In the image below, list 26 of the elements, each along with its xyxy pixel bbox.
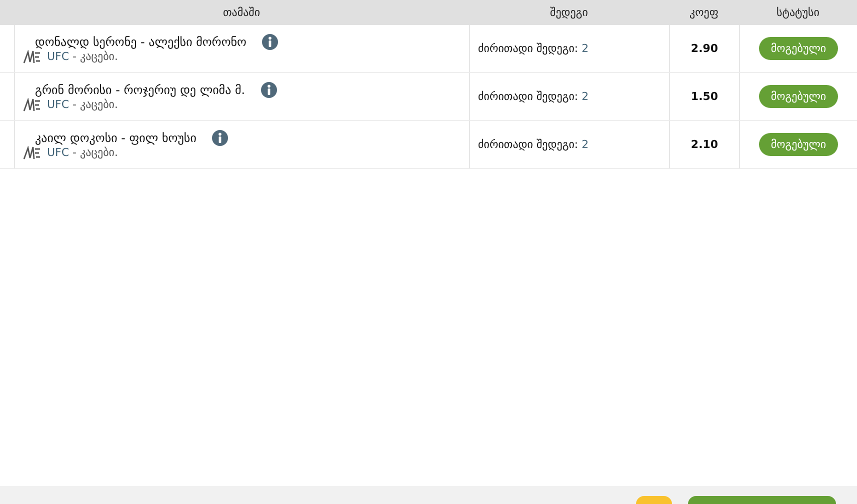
column-header: თამაში xyxy=(14,0,469,25)
info-icon[interactable] xyxy=(262,34,278,50)
odds-value: 1.50 xyxy=(690,90,718,103)
column-header: სტატუსი xyxy=(739,0,857,25)
odds-value: 2.90 xyxy=(690,42,718,55)
match-title: გრინ მორისი - როჯერიუ დე ლიმა მ. xyxy=(35,82,246,96)
status-button[interactable]: მოგებული xyxy=(758,37,838,60)
column-header: შედეგი xyxy=(469,0,669,25)
column-header: კოეფ xyxy=(669,0,739,25)
status-button[interactable]: მოგებული xyxy=(758,133,838,156)
info-icon[interactable] xyxy=(212,130,228,146)
league-logo-icon xyxy=(23,50,41,64)
status-button[interactable]: მოგებული xyxy=(758,85,838,108)
league-text: UFC - კაცები. xyxy=(47,98,118,111)
match-title: დონალდ სერონე - ალექსი მორონო xyxy=(35,34,246,48)
league-text: UFC - კაცები. xyxy=(47,50,118,63)
league-logo-icon xyxy=(23,98,41,112)
header-cell xyxy=(0,0,14,25)
info-icon[interactable] xyxy=(261,82,278,98)
result-text: ძირითადი შედეგი: 2 xyxy=(478,138,589,151)
league-logo-icon xyxy=(23,146,41,160)
result-text: ძირითადი შედეგი: 2 xyxy=(478,90,589,103)
league-text: UFC - კაცები. xyxy=(47,146,118,159)
odds-value: 2.10 xyxy=(690,138,718,151)
match-title: კაილ დოკოსი - ფილ ხოუსი xyxy=(35,130,196,144)
result-text: ძირითადი შედეგი: 2 xyxy=(478,42,589,55)
